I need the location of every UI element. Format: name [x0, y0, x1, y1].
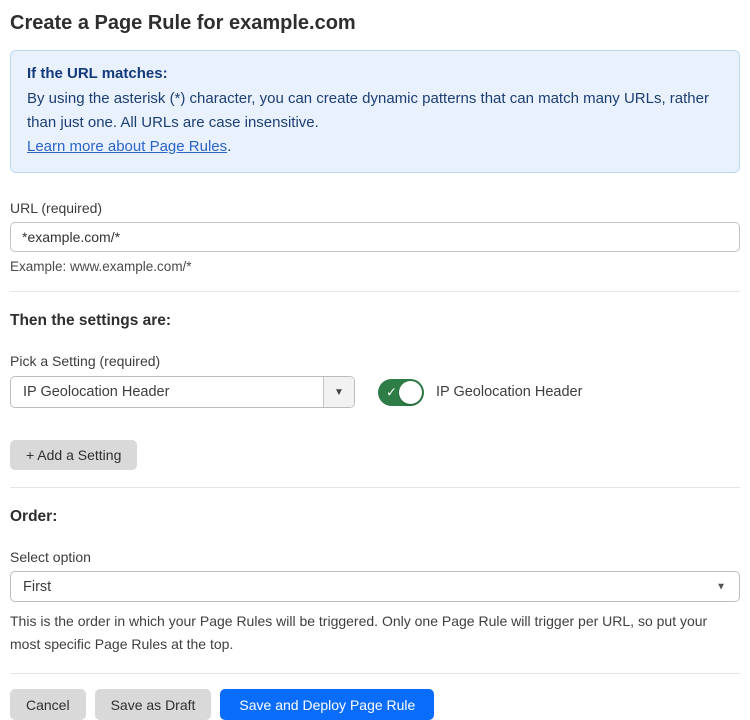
url-example-text: Example: www.example.com/* — [10, 259, 740, 274]
form-actions: Cancel Save as Draft Save and Deploy Pag… — [10, 689, 740, 720]
add-setting-button[interactable]: + Add a Setting — [10, 440, 137, 470]
check-icon: ✓ — [386, 386, 397, 399]
url-match-info-box: If the URL matches: By using the asteris… — [10, 50, 740, 173]
geolocation-toggle-group: ✓ IP Geolocation Header — [378, 379, 582, 406]
save-deploy-button[interactable]: Save and Deploy Page Rule — [220, 689, 434, 720]
url-field-label: URL (required) — [10, 200, 740, 216]
chevron-down-icon: ▼ — [716, 581, 726, 592]
info-box-body: By using the asterisk (*) character, you… — [27, 87, 723, 135]
cancel-button[interactable]: Cancel — [10, 689, 86, 720]
setting-select-arrow-button[interactable]: ▼ — [323, 377, 354, 407]
divider — [10, 291, 740, 292]
toggle-label: IP Geolocation Header — [436, 384, 582, 400]
select-option-label: Select option — [10, 549, 740, 565]
learn-more-link[interactable]: Learn more about Page Rules — [27, 138, 227, 155]
setting-row: IP Geolocation Header ▼ ✓ IP Geolocation… — [10, 376, 740, 408]
pick-setting-label: Pick a Setting (required) — [10, 353, 740, 369]
info-box-link-line: Learn more about Page Rules. — [27, 135, 723, 159]
setting-select-value: IP Geolocation Header — [11, 377, 323, 407]
geolocation-toggle[interactable]: ✓ — [378, 379, 424, 406]
save-draft-button[interactable]: Save as Draft — [95, 689, 212, 720]
url-input[interactable] — [10, 222, 740, 252]
toggle-knob — [399, 381, 422, 404]
order-select[interactable]: First ▼ — [10, 571, 740, 602]
info-box-heading: If the URL matches: — [27, 62, 723, 86]
link-suffix: . — [227, 138, 231, 155]
settings-section-heading: Then the settings are: — [10, 312, 740, 330]
page-title: Create a Page Rule for example.com — [10, 0, 740, 35]
order-select-value: First — [23, 579, 51, 595]
chevron-down-icon: ▼ — [334, 387, 344, 398]
divider — [10, 673, 740, 674]
setting-select[interactable]: IP Geolocation Header ▼ — [10, 376, 355, 408]
order-section-heading: Order: — [10, 508, 740, 526]
order-help-text: This is the order in which your Page Rul… — [10, 610, 730, 656]
divider — [10, 487, 740, 488]
create-page-rule-form: Create a Page Rule for example.com If th… — [0, 0, 750, 720]
